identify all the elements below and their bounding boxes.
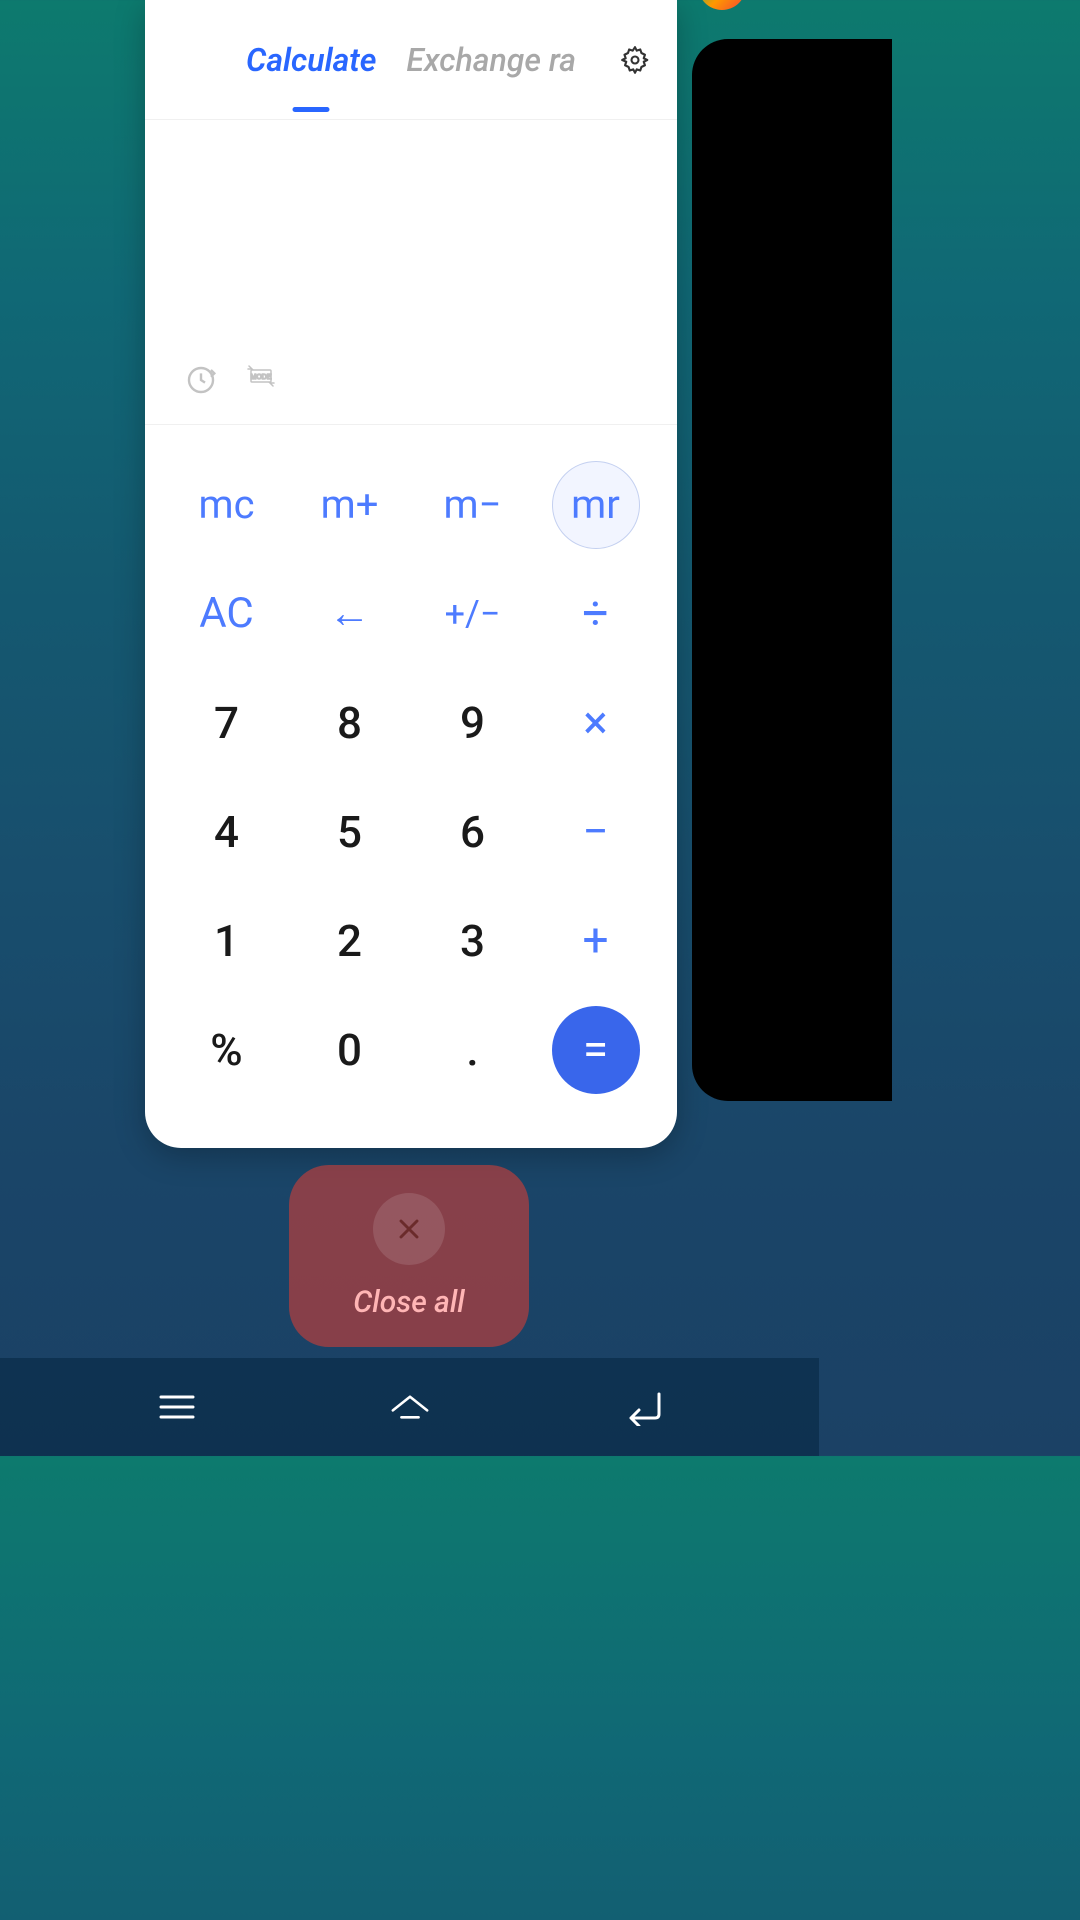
digit-4-button[interactable]: 4 <box>165 777 288 886</box>
close-icon <box>393 1213 425 1245</box>
memory-minus-button[interactable]: m− <box>411 450 534 559</box>
calculator-app-card[interactable]: Calculate Exchange ra <box>145 0 677 1148</box>
adjacent-app-icon-peek <box>698 0 746 10</box>
memory-clear-button[interactable]: mc <box>165 450 288 559</box>
plus-minus-button[interactable]: +/− <box>411 559 534 668</box>
digit-5-button[interactable]: 5 <box>288 777 411 886</box>
all-clear-button[interactable]: AC <box>165 559 288 668</box>
equals-label: = <box>583 1023 608 1077</box>
digit-8-button[interactable]: 8 <box>288 668 411 777</box>
nav-recent-apps-icon[interactable] <box>153 1383 201 1431</box>
memory-recall-button[interactable]: mr <box>534 450 657 559</box>
digit-1-button[interactable]: 1 <box>165 887 288 996</box>
digit-0-button[interactable]: 0 <box>288 996 411 1105</box>
adjacent-app-card[interactable] <box>692 39 892 1101</box>
percent-button[interactable]: % <box>165 996 288 1105</box>
equals-button[interactable]: = <box>534 996 657 1105</box>
tab-bar: Calculate Exchange ra <box>246 41 576 79</box>
svg-text:MODE: MODE <box>251 374 272 381</box>
mode-switch-icon[interactable]: MODE <box>245 364 277 396</box>
digit-7-button[interactable]: 7 <box>165 668 288 777</box>
nav-back-icon[interactable] <box>619 1383 667 1431</box>
plus-button[interactable]: + <box>534 887 657 996</box>
tab-exchange-rate[interactable]: Exchange ra <box>406 41 576 79</box>
nav-home-icon[interactable] <box>386 1383 434 1431</box>
close-all-label: Close all <box>353 1285 464 1320</box>
app-header: Calculate Exchange ra <box>145 0 677 120</box>
memory-plus-button[interactable]: m+ <box>288 450 411 559</box>
keypad: mc m+ m− mr AC ← +/− ÷ 7 8 9 × 4 5 6 − 1… <box>145 425 677 1125</box>
backspace-button[interactable]: ← <box>288 559 411 668</box>
digit-2-button[interactable]: 2 <box>288 887 411 996</box>
mr-label: mr <box>571 481 620 528</box>
settings-gear-icon[interactable] <box>621 46 649 74</box>
multiply-button[interactable]: × <box>534 668 657 777</box>
display-toolbar: MODE <box>185 364 277 396</box>
calculator-display: MODE <box>145 120 677 425</box>
minus-button[interactable]: − <box>534 777 657 886</box>
digit-3-button[interactable]: 3 <box>411 887 534 996</box>
digit-9-button[interactable]: 9 <box>411 668 534 777</box>
divide-button[interactable]: ÷ <box>534 559 657 668</box>
decimal-button[interactable]: . <box>411 996 534 1105</box>
history-icon[interactable] <box>185 364 217 396</box>
tab-calculate[interactable]: Calculate <box>246 41 376 79</box>
close-all-button[interactable]: Close all <box>289 1165 529 1347</box>
close-icon-circle <box>373 1193 445 1265</box>
digit-6-button[interactable]: 6 <box>411 777 534 886</box>
navigation-bar <box>0 1358 819 1456</box>
